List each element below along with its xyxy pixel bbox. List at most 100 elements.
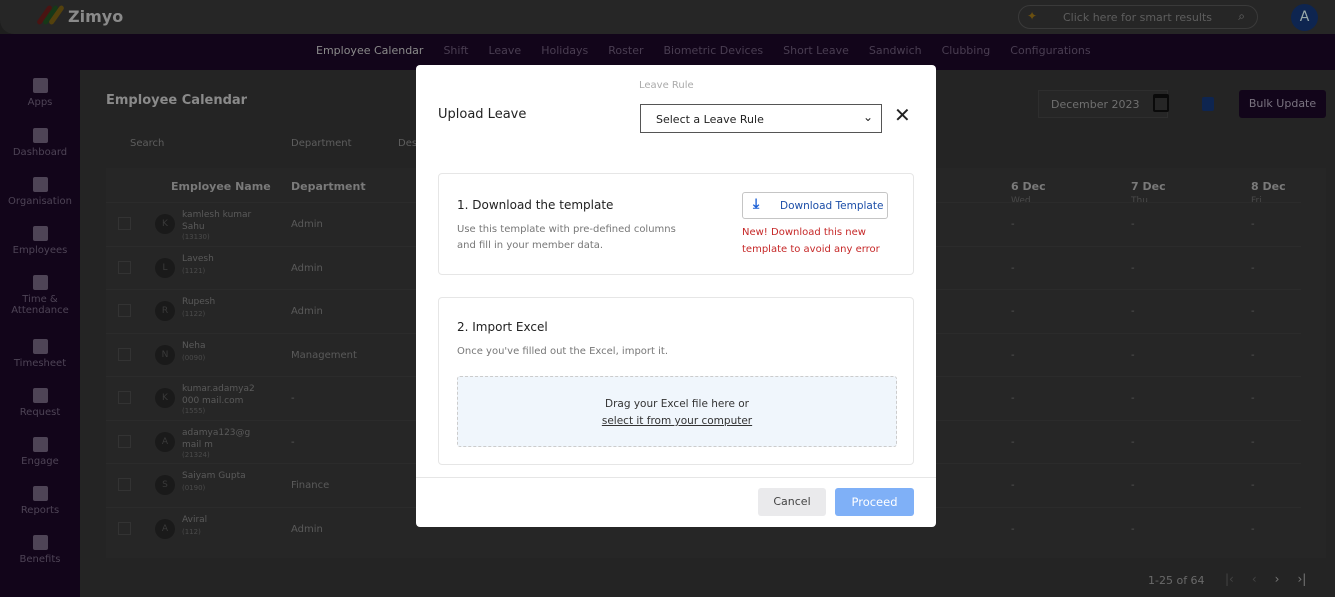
row-checkbox[interactable] — [118, 521, 131, 535]
row-checkbox[interactable] — [118, 260, 131, 274]
calendar-cell[interactable]: - — [1011, 393, 1015, 404]
row-checkbox[interactable] — [118, 347, 131, 361]
sidebar-item[interactable]: Benefits — [0, 535, 80, 565]
sidebar-icon — [32, 78, 48, 93]
sidebar-item[interactable]: Timesheet — [0, 339, 80, 369]
sidebar-item[interactable]: Employees — [0, 226, 80, 256]
upload-leave-modal: Upload Leave Leave Rule Select a Leave R… — [416, 65, 936, 527]
calendar-cell[interactable]: - — [1011, 306, 1015, 317]
sidebar-item-label: Employees — [12, 245, 68, 256]
nav-tab[interactable]: Sandwich — [869, 44, 922, 57]
row-checkbox[interactable] — [118, 478, 131, 491]
sidebar-icon — [32, 177, 48, 192]
calendar-cell[interactable]: - — [1251, 306, 1255, 317]
calendar-cell[interactable]: - — [1251, 480, 1255, 491]
search-input[interactable]: Search — [130, 138, 250, 149]
month-picker[interactable]: December 2023 — [1038, 90, 1168, 118]
first-page-icon[interactable]: |‹ — [1225, 572, 1234, 586]
date-header: 7 Dec — [1131, 180, 1166, 193]
sidebar-item-label: Organisation — [8, 196, 72, 207]
calendar-cell[interactable]: - — [1011, 524, 1015, 535]
search-icon[interactable]: ⌕ — [1238, 9, 1245, 24]
calendar-cell[interactable]: - — [1011, 350, 1015, 361]
calendar-cell[interactable]: - — [1131, 437, 1135, 448]
nav-tab[interactable]: Holidays — [541, 44, 588, 57]
designation-filter[interactable]: Des — [398, 138, 417, 149]
logo[interactable]: Zimyo — [36, 4, 123, 28]
department-filter[interactable]: Department — [291, 138, 381, 149]
next-page-icon[interactable]: › — [1275, 572, 1280, 586]
calendar-icon[interactable] — [1153, 94, 1169, 112]
employee-avatar: K — [155, 214, 175, 234]
nav-tab[interactable]: Biometric Devices — [664, 44, 764, 57]
nav-tab[interactable]: Roster — [608, 44, 643, 57]
employee-code: (21324) — [182, 450, 210, 459]
calendar-cell[interactable]: - — [1011, 437, 1015, 448]
calendar-cell[interactable]: - — [1251, 350, 1255, 361]
employee-name[interactable]: kumar.adamya2000 mail.com — [182, 383, 257, 407]
sidebar-item[interactable]: Reports — [0, 486, 80, 516]
sidebar-item-label: Timesheet — [13, 358, 67, 369]
nav-tab[interactable]: Shift — [443, 44, 468, 57]
calendar-cell[interactable]: - — [1131, 480, 1135, 491]
sidebar-item[interactable]: Engage — [0, 437, 80, 467]
sidebar-item[interactable]: Organisation — [0, 177, 80, 207]
leave-rule-select[interactable]: Select a Leave Rule ⌄ — [640, 104, 882, 133]
employee-name[interactable]: kamlesh kumar Sahu — [182, 209, 257, 233]
calendar-cell[interactable]: - — [1251, 263, 1255, 274]
calendar-cell[interactable]: - — [1011, 219, 1015, 230]
nav-tab[interactable]: Employee Calendar — [316, 44, 423, 57]
nav-tab[interactable]: Configurations — [1010, 44, 1090, 57]
employee-name[interactable]: Rupesh — [182, 296, 257, 308]
calendar-cell[interactable]: - — [1011, 263, 1015, 274]
nav-tab[interactable]: Short Leave — [783, 44, 849, 57]
calendar-cell[interactable]: - — [1131, 219, 1135, 230]
calendar-cell[interactable]: - — [1251, 219, 1255, 230]
calendar-cell[interactable]: - — [1251, 437, 1255, 448]
row-checkbox[interactable] — [118, 304, 131, 317]
employee-name[interactable]: Saiyam Gupta — [182, 470, 257, 482]
nav-tab[interactable]: Clubbing — [942, 44, 991, 57]
proceed-button[interactable]: Proceed — [835, 488, 914, 516]
last-page-icon[interactable]: ›| — [1297, 572, 1306, 586]
employee-name[interactable]: adamya123@gmail m — [182, 427, 257, 451]
employee-code: (1122) — [182, 310, 206, 318]
template-warning: New! Download this new template to avoid… — [742, 227, 880, 255]
calendar-cell[interactable]: - — [1131, 306, 1135, 317]
calendar-cell[interactable]: - — [1131, 524, 1135, 535]
row-checkbox[interactable] — [118, 434, 131, 448]
prev-page-icon[interactable]: ‹ — [1252, 572, 1257, 586]
row-checkbox[interactable] — [118, 217, 131, 230]
cancel-button[interactable]: Cancel — [758, 488, 826, 516]
bulk-update-button[interactable]: Bulk Update — [1239, 90, 1326, 118]
file-drop-zone[interactable]: Drag your Excel file here or select it f… — [457, 376, 897, 447]
sparkle-icon: ✦ — [1027, 9, 1038, 23]
employee-name[interactable]: Neha — [182, 340, 257, 352]
calendar-cell[interactable]: - — [1131, 350, 1135, 361]
calendar-cell[interactable]: - — [1251, 393, 1255, 404]
employee-name[interactable]: Lavesh — [182, 253, 257, 265]
select-file-link[interactable]: select it from your computer — [458, 413, 896, 430]
smart-search-input[interactable]: ✦ Click here for smart results ⌕ — [1018, 5, 1258, 29]
sidebar-item[interactable]: Apps — [0, 78, 80, 108]
employee-name[interactable]: Aviral — [182, 514, 257, 526]
calendar-cell[interactable]: - — [1251, 524, 1255, 535]
calendar-cell[interactable]: - — [1131, 263, 1135, 274]
contact-icon[interactable] — [1202, 97, 1214, 111]
sidebar-item[interactable]: Dashboard — [0, 128, 80, 158]
calendar-cell[interactable]: - — [1131, 393, 1135, 404]
sidebar-item[interactable]: Request — [0, 388, 80, 418]
close-icon[interactable]: ✕ — [894, 103, 911, 127]
leave-rule-value: Select a Leave Rule — [656, 113, 764, 126]
sidebar-icon — [32, 339, 48, 354]
download-template-button[interactable]: ⤓ Download Template — [742, 192, 888, 219]
step1-description: Use this template with pre-defined colum… — [457, 224, 676, 251]
nav-tab[interactable]: Leave — [488, 44, 521, 57]
row-checkbox[interactable] — [118, 391, 131, 404]
calendar-cell[interactable]: - — [1011, 480, 1015, 491]
employee-code: (1555) — [182, 407, 206, 415]
user-avatar[interactable]: A — [1291, 4, 1318, 31]
sidebar-item[interactable]: Time & Attendance — [0, 275, 80, 316]
date-header: 8 Dec — [1251, 180, 1286, 193]
sidebar-item-label: Benefits — [19, 554, 61, 565]
